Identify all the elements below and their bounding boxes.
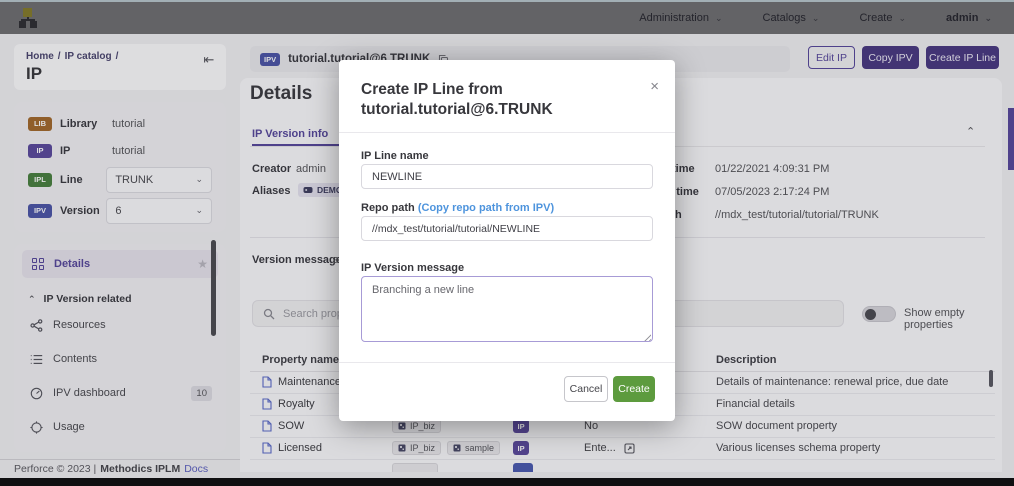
close-icon[interactable]: × (650, 78, 659, 95)
ip-version-message-textarea[interactable]: Branching a new line (361, 276, 653, 342)
repo-path-input[interactable] (361, 216, 653, 241)
create-button[interactable]: Create (613, 376, 655, 402)
app-screen: Administration ⌄ Catalogs ⌄ Create ⌄ adm… (0, 0, 1014, 486)
cancel-button[interactable]: Cancel (564, 376, 608, 402)
modal-title: Create IP Line from tutorial.tutorial@6.… (361, 80, 631, 120)
modal-title-line1: Create IP Line from (361, 80, 631, 100)
create-ip-line-modal: Create IP Line from tutorial.tutorial@6.… (339, 60, 675, 421)
modal-title-line2: tutorial.tutorial@6.TRUNK (361, 100, 631, 120)
repo-path-label: Repo path (Copy repo path from IPV) (361, 202, 554, 214)
modal-footer-divider (339, 362, 675, 363)
modal-header-divider (339, 132, 675, 133)
repo-path-label-text: Repo path (361, 202, 415, 214)
ip-line-name-input[interactable] (361, 164, 653, 189)
ip-line-name-label: IP Line name (361, 150, 429, 162)
copy-repo-path-link[interactable]: (Copy repo path from IPV) (418, 202, 554, 214)
ip-version-message-label: IP Version message (361, 262, 464, 274)
